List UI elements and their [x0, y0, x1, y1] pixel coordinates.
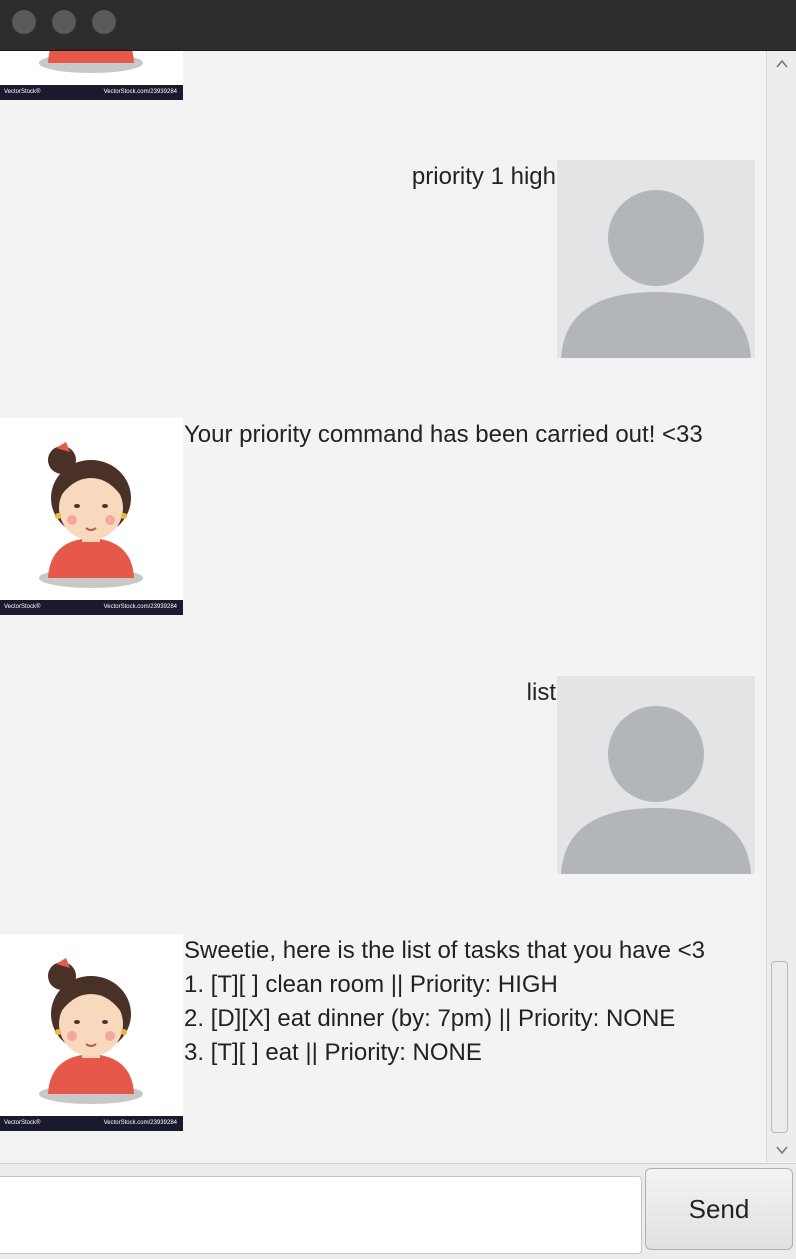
bot-avatar: VectorStock® VectorStock.com/23939284 [0, 934, 183, 1131]
avatar-watermark: VectorStock® VectorStock.com/23939284 [0, 600, 183, 615]
message-input[interactable] [0, 1176, 642, 1254]
girl-avatar-icon [39, 51, 143, 73]
task-list-heading: Sweetie, here is the list of tasks that … [184, 937, 705, 964]
bot-message-text: Your priority command has been carried o… [184, 421, 703, 448]
girl-avatar-icon [39, 442, 143, 588]
bot-avatar: VectorStock® VectorStock.com/23939284 [0, 51, 183, 100]
user-message-text: priority 1 high [411, 163, 556, 190]
input-bar: Send [0, 1163, 796, 1259]
person-placeholder-icon [561, 190, 751, 358]
vertical-scrollbar[interactable] [766, 51, 796, 1162]
bot-message-text: Sweetie, here is the list of tasks that … [184, 934, 705, 1070]
minimize-window-button[interactable] [52, 10, 76, 34]
window-titlebar [0, 0, 796, 51]
scrollbar-thumb[interactable] [771, 961, 788, 1133]
user-avatar [557, 160, 755, 358]
scroll-up-arrow-icon[interactable] [775, 57, 789, 71]
avatar-watermark: VectorStock® VectorStock.com/23939284 [0, 1116, 183, 1131]
person-placeholder-icon [561, 706, 751, 874]
close-window-button[interactable] [12, 10, 36, 34]
girl-avatar-icon [39, 958, 143, 1104]
user-avatar [557, 676, 755, 874]
bot-avatar: VectorStock® VectorStock.com/23939284 [0, 418, 183, 615]
task-list-item: 2. [D][X] eat dinner (by: 7pm) || Priori… [184, 1005, 676, 1032]
zoom-window-button[interactable] [92, 10, 116, 34]
chat-scroll-pane[interactable]: VectorStock® VectorStock.com/23939284 pr… [0, 51, 766, 1162]
task-list-item: 3. [T][ ] eat || Priority: NONE [184, 1039, 482, 1066]
user-message-text: list [526, 679, 556, 706]
send-button[interactable]: Send [645, 1168, 793, 1250]
task-list-item: 1. [T][ ] clean room || Priority: HIGH [184, 971, 558, 998]
avatar-watermark: VectorStock® VectorStock.com/23939284 [0, 85, 183, 100]
scroll-down-arrow-icon[interactable] [775, 1143, 789, 1157]
